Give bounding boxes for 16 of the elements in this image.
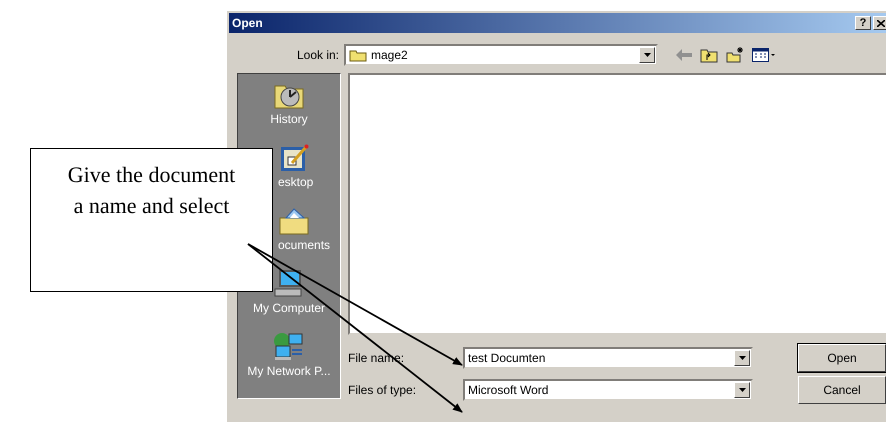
help-button[interactable]: ? <box>855 16 871 30</box>
file-type-label: Files of type: <box>348 383 416 397</box>
look-in-dropdown[interactable]: mage2 <box>344 44 658 66</box>
cancel-button[interactable]: Cancel <box>798 376 886 404</box>
places-label[interactable]: History <box>270 112 308 126</box>
file-type-dropdown[interactable]: Microsoft Word <box>463 379 753 401</box>
places-label[interactable]: esktop <box>278 175 314 189</box>
open-button[interactable]: Open <box>798 344 886 372</box>
places-label[interactable]: My Computer <box>252 301 326 315</box>
window-title: Open <box>231 16 264 30</box>
look-in-value: mage2 <box>371 48 408 62</box>
look-in-label: Look in: <box>296 48 339 62</box>
file-name-field[interactable]: test Documten <box>463 347 753 369</box>
places-label[interactable]: ocuments <box>278 238 330 252</box>
callout-box: Give the document a name and select <box>30 148 273 292</box>
places-label[interactable]: My Network P... <box>247 364 331 378</box>
